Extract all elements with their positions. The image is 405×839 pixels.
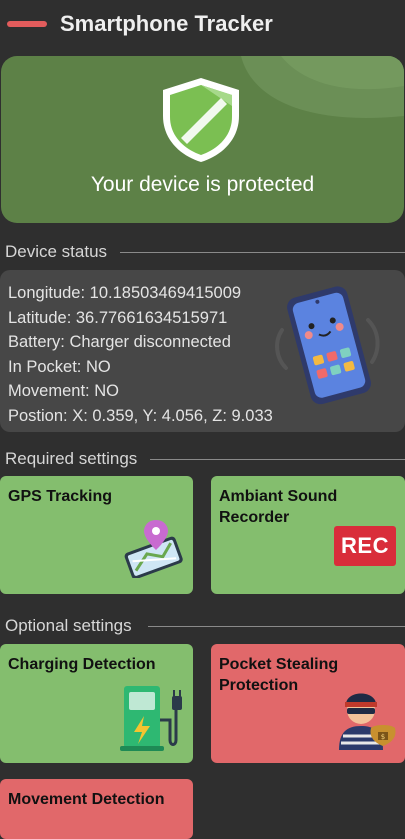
status-longitude: Longitude: 10.18503469415009 <box>8 284 242 302</box>
tile-label: Pocket Stealing Protection <box>219 656 339 694</box>
tile-charging-detection[interactable]: Charging Detection <box>0 644 193 763</box>
charging-station-icon <box>120 686 182 751</box>
shield-check-icon <box>163 78 239 162</box>
smiling-phone-icon <box>275 286 380 405</box>
tile-pocket-stealing-protection[interactable]: Pocket Stealing Protection $ <box>211 644 405 763</box>
status-in-pocket: In Pocket: NO <box>8 357 111 376</box>
status-battery: Battery: Charger disconnected <box>8 333 231 352</box>
section-divider <box>148 626 405 627</box>
section-divider <box>120 252 405 253</box>
required-settings-heading: Required settings <box>5 449 138 468</box>
tile-label: Movement Detection <box>8 791 165 808</box>
rec-label: REC <box>341 533 389 558</box>
optional-settings-heading: Optional settings <box>5 616 132 635</box>
tile-label: Ambiant Sound Recorder <box>219 488 338 526</box>
status-list: Longitude: 10.18503469415009 Latitude: 3… <box>8 281 273 429</box>
tile-movement-detection[interactable]: Movement Detection <box>0 779 193 839</box>
section-divider <box>150 459 405 460</box>
protection-message: Your device is protected <box>90 173 315 196</box>
tile-gps-tracking[interactable]: GPS Tracking <box>0 476 193 594</box>
rec-icon: REC <box>334 526 396 566</box>
app-title: Smartphone Tracker <box>60 11 273 36</box>
status-movement: Movement: NO <box>8 382 119 401</box>
tile-ambiant-sound-recorder[interactable]: Ambiant Sound Recorder REC <box>211 476 405 594</box>
status-latitude: Latitude: 36.77661634515971 <box>8 308 228 327</box>
device-status-heading: Device status <box>5 242 108 261</box>
svg-text:$: $ <box>381 733 385 741</box>
tile-label: Charging Detection <box>8 656 156 673</box>
menu-icon[interactable] <box>7 21 47 27</box>
thief-icon: $ <box>339 693 396 750</box>
status-position: Postion: X: 0.359, Y: 4.056, Z: 9.033 <box>8 406 273 425</box>
tile-label: GPS Tracking <box>8 488 113 505</box>
app-header: Smartphone Tracker <box>0 0 405 52</box>
gps-map-icon <box>124 520 183 578</box>
